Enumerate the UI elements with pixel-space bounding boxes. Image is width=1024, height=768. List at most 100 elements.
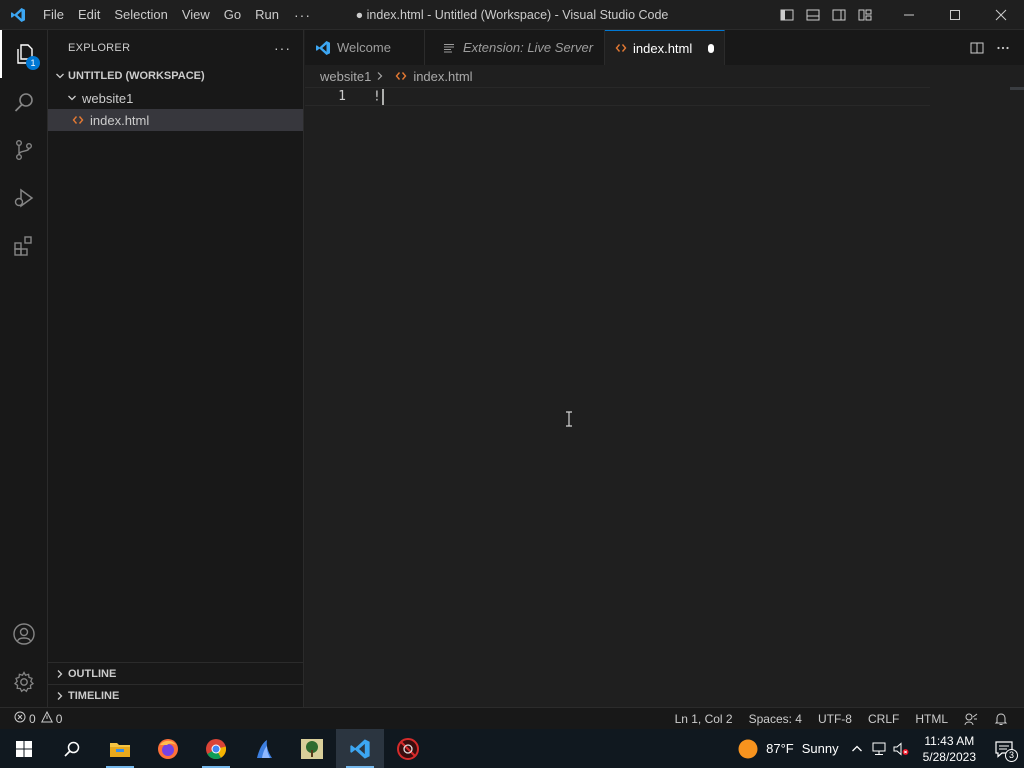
- volume-muted-icon[interactable]: [893, 741, 909, 756]
- sun-weather-icon[interactable]: [738, 739, 758, 759]
- network-icon[interactable]: [871, 742, 887, 756]
- language-mode[interactable]: HTML: [907, 708, 956, 730]
- customize-layout-button[interactable]: [852, 0, 878, 30]
- text-cursor: [381, 88, 384, 105]
- status-bar: 0 0 Ln 1, Col 2 Spaces: 4 UTF-8 CRLF HTM…: [0, 707, 1024, 729]
- cursor-position[interactable]: Ln 1, Col 2: [667, 708, 741, 730]
- chevron-up-icon[interactable]: [851, 743, 863, 755]
- explorer-badge: 1: [26, 56, 40, 70]
- temperature[interactable]: 87°F: [766, 741, 794, 756]
- system-tray: 87°F Sunny 11:43 AM 5/28/2023 3: [738, 729, 1024, 768]
- blue-app-icon[interactable]: [240, 729, 288, 768]
- breadcrumb: website1 index.html: [305, 65, 1024, 87]
- chevron-right-icon: [52, 688, 68, 704]
- weather-label[interactable]: Sunny: [802, 741, 839, 756]
- firefox-icon[interactable]: [144, 729, 192, 768]
- line-ending[interactable]: CRLF: [860, 708, 907, 730]
- timeline-section[interactable]: TIMELINE: [48, 684, 303, 706]
- menu-more-button[interactable]: ···: [286, 0, 319, 30]
- folder-label: website1: [82, 90, 134, 106]
- ibeam-cursor-icon: [566, 411, 572, 427]
- html-icon: [615, 40, 627, 56]
- search-icon[interactable]: [48, 729, 96, 768]
- maximize-button[interactable]: [932, 0, 978, 30]
- vscode-taskbar-icon[interactable]: [336, 729, 384, 768]
- error-count: 0: [29, 711, 36, 726]
- toggle-panel-button[interactable]: [800, 0, 826, 30]
- clock[interactable]: 11:43 AM 5/28/2023: [915, 733, 984, 765]
- menu-view[interactable]: View: [175, 0, 217, 30]
- explorer-more-button[interactable]: ···: [274, 40, 291, 56]
- split-editor-icon[interactable]: [964, 35, 990, 61]
- preview-icon: [441, 40, 457, 56]
- error-icon: [14, 711, 26, 726]
- menu-run[interactable]: Run: [248, 0, 286, 30]
- feedback-icon[interactable]: [956, 708, 986, 730]
- folder-row[interactable]: website1: [48, 87, 303, 109]
- explorer-title: EXPLORER: [68, 41, 131, 54]
- menu-edit[interactable]: Edit: [71, 0, 107, 30]
- indentation[interactable]: Spaces: 4: [741, 708, 810, 730]
- windows-start-icon[interactable]: [0, 729, 48, 768]
- more-actions-icon[interactable]: [990, 35, 1016, 61]
- toggle-primary-sidebar-button[interactable]: [774, 0, 800, 30]
- clock-time: 11:43 AM: [924, 733, 975, 748]
- chevron-down-icon: [64, 90, 80, 106]
- editor-tabs: Welcome Extension: Live Server index.htm…: [305, 30, 1024, 65]
- tab-index-html[interactable]: index.html: [605, 30, 725, 65]
- blocked-app-icon[interactable]: [384, 729, 432, 768]
- tree-app-icon[interactable]: [288, 729, 336, 768]
- workspace-row[interactable]: UNTITLED (WORKSPACE): [48, 65, 303, 87]
- tab-label: Welcome: [337, 40, 391, 55]
- editor-line[interactable]: 1 !: [305, 87, 930, 106]
- settings-gear-icon[interactable]: [0, 658, 48, 706]
- html-icon: [393, 68, 409, 84]
- notification-count: 3: [1005, 748, 1018, 762]
- tab-label: Extension: Live Server: [463, 40, 594, 55]
- timeline-label: TIMELINE: [68, 689, 120, 702]
- minimize-button[interactable]: [886, 0, 932, 30]
- file-label: index.html: [90, 112, 150, 128]
- warning-icon: [40, 710, 53, 726]
- toggle-secondary-sidebar-button[interactable]: [826, 0, 852, 30]
- chevron-right-icon: [52, 666, 68, 682]
- run-and-debug-icon[interactable]: [0, 174, 48, 222]
- menu-selection[interactable]: Selection: [107, 0, 174, 30]
- breadcrumb-folder[interactable]: website1: [320, 69, 371, 84]
- activity-bar: 1: [0, 30, 48, 707]
- warning-count: 0: [55, 711, 63, 726]
- title-bar: File Edit Selection View Go Run ··· ● in…: [0, 0, 1024, 30]
- menu-go[interactable]: Go: [217, 0, 248, 30]
- file-row[interactable]: index.html: [48, 109, 303, 131]
- breadcrumb-file[interactable]: index.html: [413, 69, 472, 84]
- problems-status[interactable]: 0 0: [0, 710, 63, 726]
- vscode-logo-icon: [0, 0, 36, 30]
- outline-section[interactable]: OUTLINE: [48, 662, 303, 684]
- tab-label: index.html: [633, 40, 693, 56]
- action-center-icon[interactable]: 3: [984, 740, 1024, 762]
- notifications-bell-icon[interactable]: [986, 708, 1016, 730]
- scrollbar-marker[interactable]: [1010, 87, 1024, 90]
- explorer-icon[interactable]: 1: [0, 30, 48, 78]
- chevron-right-icon: [375, 71, 385, 81]
- source-control-icon[interactable]: [0, 126, 48, 174]
- extensions-icon[interactable]: [0, 222, 48, 270]
- outline-label: OUTLINE: [68, 667, 117, 680]
- unsaved-dot-icon[interactable]: [708, 43, 714, 53]
- search-icon[interactable]: [0, 78, 48, 126]
- chevron-down-icon: [52, 68, 68, 84]
- tab-welcome[interactable]: Welcome: [305, 30, 425, 65]
- html-icon: [70, 112, 86, 128]
- file-explorer-icon[interactable]: [96, 729, 144, 768]
- tab-live-server[interactable]: Extension: Live Server: [425, 30, 605, 65]
- explorer-sidebar: EXPLORER ··· UNTITLED (WORKSPACE) websit…: [48, 30, 304, 707]
- chrome-icon[interactable]: [192, 729, 240, 768]
- menu-file[interactable]: File: [36, 0, 71, 30]
- close-window-button[interactable]: [978, 0, 1024, 30]
- code-editor[interactable]: 1 !: [305, 87, 1024, 707]
- clock-date: 5/28/2023: [922, 749, 976, 764]
- menu-bar: File Edit Selection View Go Run ···: [36, 0, 319, 30]
- accounts-icon[interactable]: [0, 610, 48, 658]
- windows-taskbar: 87°F Sunny 11:43 AM 5/28/2023 3: [0, 729, 1024, 768]
- encoding[interactable]: UTF-8: [810, 708, 860, 730]
